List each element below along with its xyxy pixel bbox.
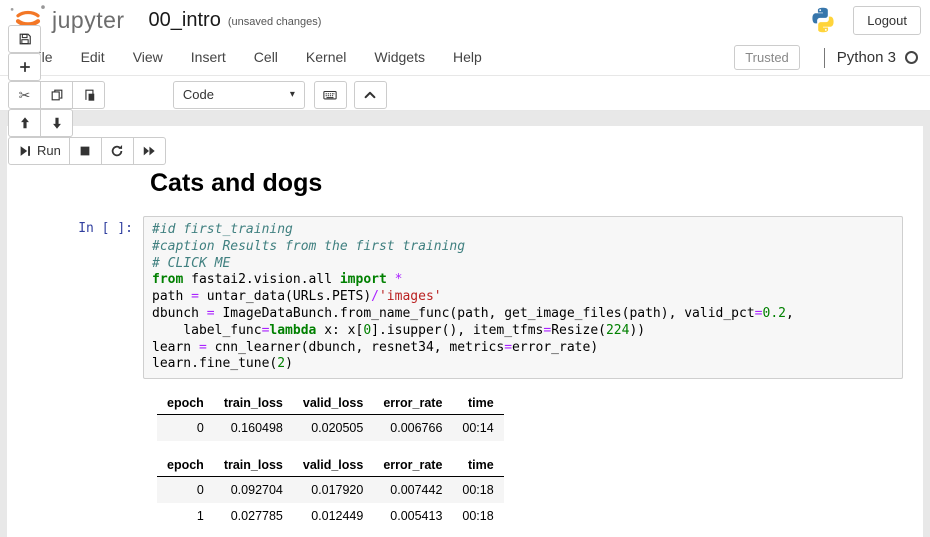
command-palette-button[interactable] <box>314 81 347 109</box>
code-content: #id first_training #caption Results from… <box>152 222 894 373</box>
table-cell: 0.005413 <box>373 503 452 529</box>
logout-button[interactable]: Logout <box>853 6 921 35</box>
run-cell-label: Run <box>37 143 61 158</box>
table-cell: 0.092704 <box>214 477 293 504</box>
column-header-error_rate: error_rate <box>373 392 452 415</box>
save-icon <box>17 31 32 46</box>
menu-item-help[interactable]: Help <box>439 41 496 73</box>
table-cell: 0.020505 <box>293 415 373 442</box>
interrupt-kernel-button[interactable] <box>70 137 102 165</box>
arrow-down-icon <box>49 115 64 130</box>
toolbar-button-group <box>8 25 166 53</box>
column-header-epoch: epoch <box>157 454 214 477</box>
table-cell: 0.006766 <box>373 415 452 442</box>
training-results-table-1: epochtrain_lossvalid_losserror_ratetime0… <box>157 392 504 441</box>
kernel-name: Python 3 <box>837 49 896 66</box>
cut-cell-button[interactable]: ✂ <box>8 81 41 109</box>
table-cell: 0.007442 <box>373 477 452 504</box>
cell-type-dropdown[interactable]: Code ▾ <box>173 81 305 109</box>
notebook-save-status: (unsaved changes) <box>228 16 322 28</box>
column-header-error_rate: error_rate <box>373 454 452 477</box>
toolbar: ✂Run Code ▾ <box>0 76 930 111</box>
cell-output-area: epochtrain_lossvalid_losserror_ratetime0… <box>150 392 923 529</box>
copy-icon <box>49 87 64 102</box>
paste-icon <box>81 87 96 102</box>
table-row: 00.0927040.0179200.00744200:18 <box>157 477 504 504</box>
trusted-badge[interactable]: Trusted <box>734 45 800 70</box>
kernel-idle-circle-icon <box>905 51 918 64</box>
run-cell-button[interactable]: Run <box>8 137 70 165</box>
toolbar-button-group <box>8 53 166 81</box>
cell-input-prompt: In [ ]: <box>7 216 143 379</box>
toolbar-button-group: Run <box>8 137 166 165</box>
restart-kernel-button[interactable] <box>102 137 134 165</box>
notebook-container: Cats and dogs In [ ]: #id first_training… <box>7 126 923 537</box>
save-button[interactable] <box>8 25 41 53</box>
column-header-epoch: epoch <box>157 392 214 415</box>
column-header-valid_loss: valid_loss <box>293 392 373 415</box>
menu-item-widgets[interactable]: Widgets <box>360 41 439 73</box>
copy-cell-button[interactable] <box>41 81 73 109</box>
table-cell: 0 <box>157 415 214 442</box>
code-editor[interactable]: #id first_training #caption Results from… <box>143 216 903 379</box>
run-icon <box>17 143 32 158</box>
stop-icon <box>78 143 93 158</box>
toolbar-groups: ✂ Run <box>8 25 173 165</box>
add-cell-button[interactable] <box>8 53 41 81</box>
site-background: Cats and dogs In [ ]: #id first_training… <box>0 111 930 537</box>
table-row: 00.1604980.0205050.00676600:14 <box>157 415 504 442</box>
menu-item-kernel[interactable]: Kernel <box>292 41 360 73</box>
menu-item-cell[interactable]: Cell <box>240 41 292 73</box>
plus-icon <box>17 59 32 74</box>
scissors-icon: ✂ <box>17 87 32 102</box>
cell-type-value: Code <box>183 87 214 102</box>
column-header-train_loss: train_loss <box>214 392 293 415</box>
move-cell-down-button[interactable] <box>41 109 73 137</box>
table-cell: 00:18 <box>452 503 503 529</box>
paste-cell-button[interactable] <box>73 81 105 109</box>
move-cell-up-button[interactable] <box>8 109 41 137</box>
arrow-up-icon <box>17 115 32 130</box>
chevron-up-icon <box>363 87 378 102</box>
table-cell: 0.012449 <box>293 503 373 529</box>
table-cell: 0 <box>157 477 214 504</box>
restart-run-all-button[interactable] <box>134 137 166 165</box>
training-results-table-2: epochtrain_lossvalid_losserror_ratetime0… <box>157 454 504 529</box>
table-row: 10.0277850.0124490.00541300:18 <box>157 503 504 529</box>
table-cell: 0.017920 <box>293 477 373 504</box>
toolbar-button-group: ✂ <box>8 81 166 109</box>
toolbar-button-group <box>8 109 166 137</box>
collapse-toolbar-button[interactable] <box>354 81 387 109</box>
menu-item-insert[interactable]: Insert <box>177 41 240 73</box>
column-header-time: time <box>452 392 503 415</box>
chevron-down-icon: ▾ <box>290 89 295 100</box>
keyboard-icon <box>323 87 338 102</box>
table-cell: 0.027785 <box>214 503 293 529</box>
column-header-time: time <box>452 454 503 477</box>
python-logo-icon <box>809 6 837 34</box>
column-header-train_loss: train_loss <box>214 454 293 477</box>
column-header-valid_loss: valid_loss <box>293 454 373 477</box>
code-cell: In [ ]: #id first_training #caption Resu… <box>7 216 923 379</box>
kernel-separator <box>824 48 825 68</box>
restart-icon <box>110 143 125 158</box>
table-cell: 00:14 <box>452 415 503 442</box>
table-cell: 0.160498 <box>214 415 293 442</box>
table-cell: 00:18 <box>452 477 503 504</box>
fast-forward-icon <box>142 143 157 158</box>
markdown-heading: Cats and dogs <box>150 168 923 198</box>
table-cell: 1 <box>157 503 214 529</box>
